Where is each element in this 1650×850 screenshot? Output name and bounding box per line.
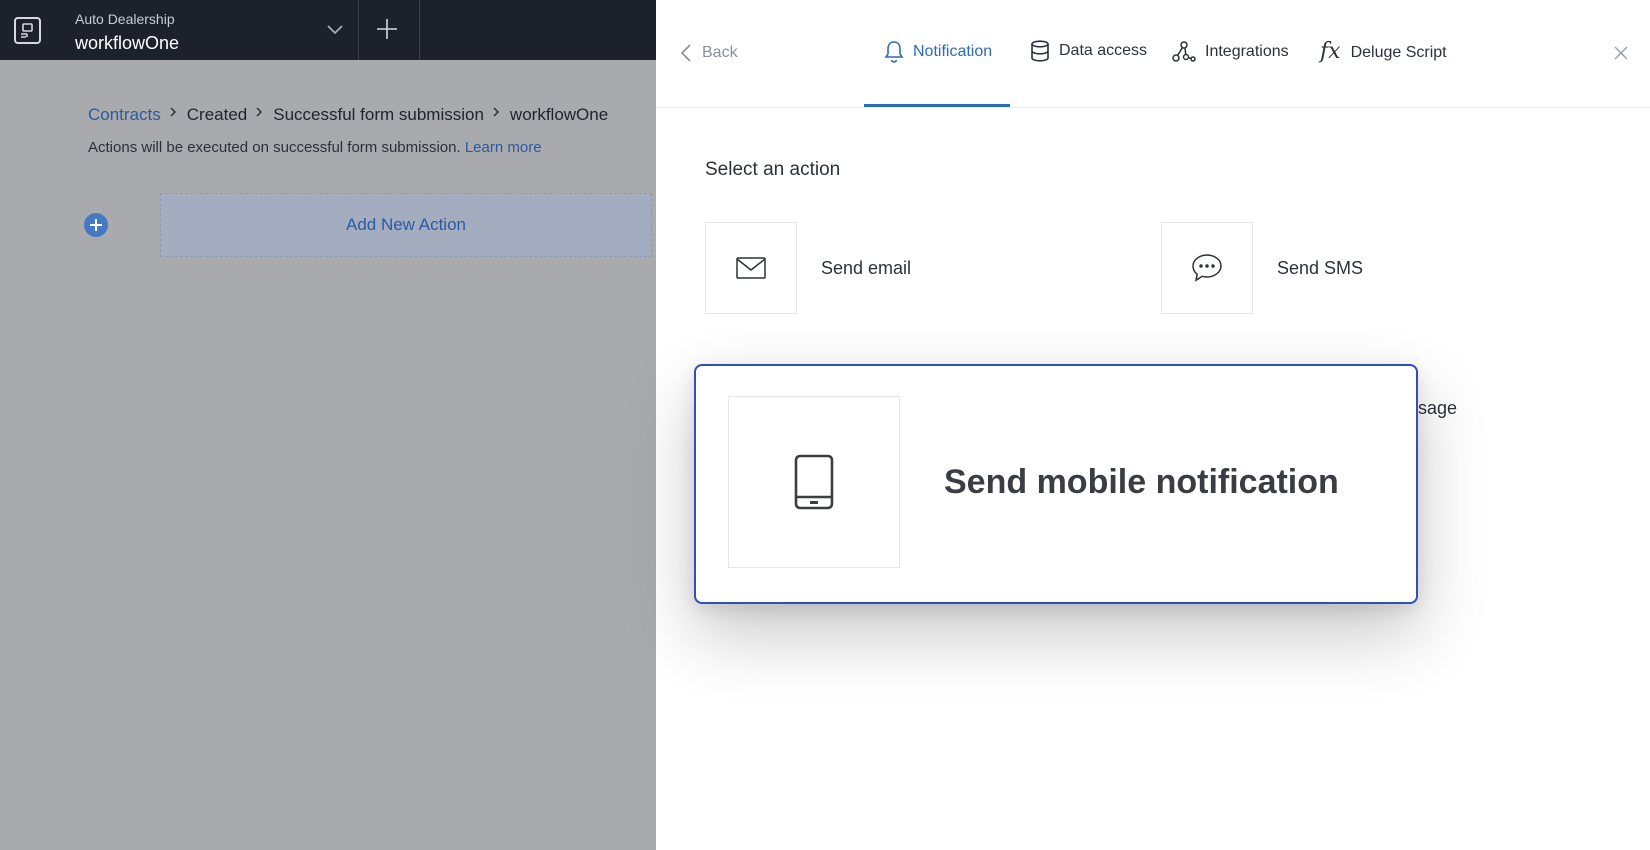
add-new-action-button[interactable]: Add New Action (160, 193, 652, 257)
chevron-right-icon (493, 107, 499, 117)
action-label: Send email (821, 257, 912, 278)
topbar-divider (358, 0, 359, 60)
tab-deluge-script[interactable]: fx Deluge Script (1320, 39, 1447, 65)
chevron-down-icon[interactable] (324, 18, 346, 40)
database-icon (1031, 40, 1049, 62)
breadcrumb: Contracts Created Successful form submis… (88, 105, 608, 125)
chevron-right-icon (170, 107, 176, 117)
breadcrumb-trigger: Successful form submission (273, 105, 484, 124)
section-title: Select an action (705, 159, 841, 180)
workspace-name: Auto Dealership (75, 11, 175, 27)
active-tab-indicator (864, 104, 1010, 107)
back-label: Back (702, 44, 738, 61)
action-icon-box (1161, 222, 1253, 314)
learn-more-link[interactable]: Learn more (465, 139, 542, 156)
add-app-plus-icon[interactable] (374, 16, 400, 42)
chevron-right-icon (256, 107, 263, 117)
action-send-mobile-notification[interactable]: Send mobile notification (694, 364, 1418, 604)
workspace-pane: Auto Dealership workflowOne Contracts Cr… (0, 0, 656, 850)
breadcrumb-workflow: workflowOne (509, 105, 609, 124)
app-topbar: Auto Dealership workflowOne (0, 0, 656, 60)
action-label: Send SMS (1277, 257, 1364, 278)
chevron-left-icon (680, 44, 691, 62)
tab-notification-label: Notification (913, 43, 993, 60)
tab-deluge-script-label: Deluge Script (1350, 43, 1447, 61)
close-icon[interactable] (1612, 44, 1630, 62)
chat-bubble-icon (1192, 254, 1222, 282)
integrations-icon (1172, 41, 1196, 62)
info-line: Actions will be executed on successful f… (88, 139, 542, 156)
back-button[interactable]: Back (680, 43, 738, 63)
app-logo-icon[interactable] (14, 17, 41, 44)
tab-data-access-label: Data access (1059, 42, 1148, 59)
action-send-email[interactable]: Send email (705, 222, 1125, 314)
panel-header: Back Notification Data access Integratio… (656, 0, 1650, 108)
info-text: Actions will be executed on successful f… (88, 139, 461, 156)
breadcrumb-contracts[interactable]: Contracts (88, 105, 161, 125)
envelope-icon (736, 257, 766, 279)
action-label: Send mobile notification (944, 463, 1339, 501)
topbar-divider (419, 0, 420, 60)
action-send-sms[interactable]: Send SMS (1161, 222, 1581, 314)
tab-data-access[interactable]: Data access (1030, 40, 1147, 62)
action-icon-box (728, 396, 900, 568)
bell-icon (884, 41, 904, 63)
fx-icon: fx (1320, 39, 1341, 64)
breadcrumb-created: Created (186, 105, 248, 124)
add-circle-icon[interactable] (84, 213, 108, 237)
action-icon-box (705, 222, 797, 314)
app-name: workflowOne (75, 33, 180, 53)
mobile-device-icon (794, 454, 834, 510)
tab-notification[interactable]: Notification (884, 40, 992, 64)
tab-integrations[interactable]: Integrations (1172, 40, 1289, 64)
tab-integrations-label: Integrations (1205, 43, 1289, 60)
